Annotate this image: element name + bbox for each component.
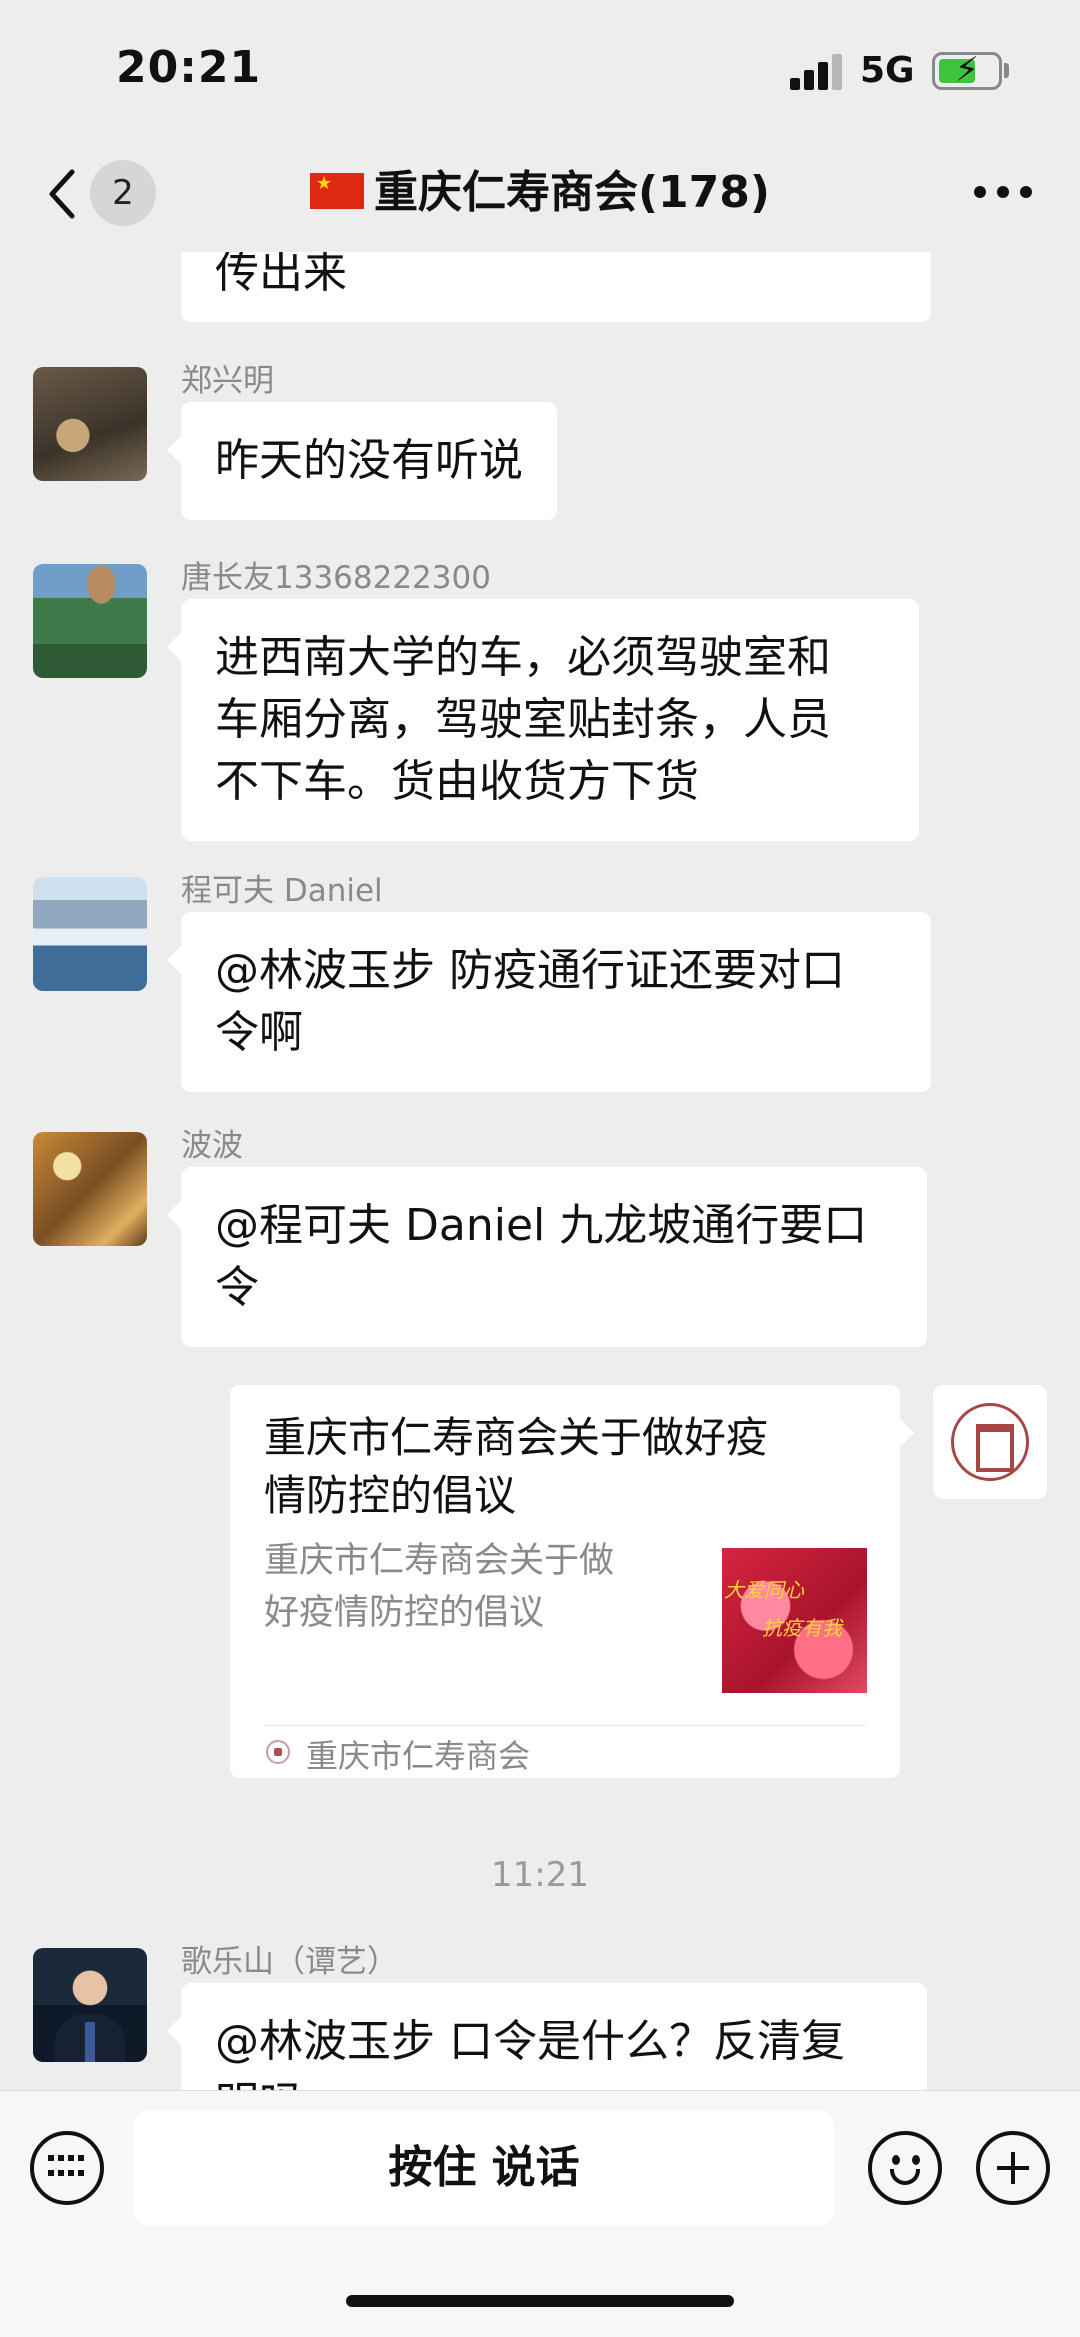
seal-logo-icon [951, 1403, 1029, 1481]
chat-title: ★ 重庆仁寿商会(178) [0, 160, 1080, 226]
keyboard-toggle-icon[interactable] [30, 2131, 104, 2205]
message-line: @林波玉步 口令是什么？反清复 [215, 2016, 845, 2067]
message-bubble[interactable]: @林波玉步 口令是什么？反清复 明吗 [167, 1983, 927, 2090]
link-card[interactable]: 重庆市仁寿商会关于做好疫 情防控的倡议 重庆市仁寿商会关于做 好疫情防控的倡议 … [230, 1385, 914, 1778]
avatar[interactable] [33, 564, 147, 678]
message-bubble[interactable]: @林波玉步 防疫通行证还要对口 令啊 [167, 912, 931, 1092]
status-bar: 20:21 5G ⚡ [0, 0, 1080, 140]
thumb-text: 抗疫有我 [762, 1616, 842, 1640]
message-line: @程可夫 Daniel 九龙坡通行要口 [215, 1200, 868, 1251]
battery-icon: ⚡ [932, 50, 1002, 90]
card-title-line: 重庆市仁寿商会关于做好疫 [264, 1413, 769, 1462]
timestamp: 11:21 [491, 1855, 589, 1895]
sender-name: 唐长友13368222300 [181, 560, 491, 596]
message-line: 进西南大学的车，必须驾驶室和 [215, 632, 831, 683]
card-source: 重庆市仁寿商会 [306, 1737, 531, 1775]
plus-icon[interactable] [976, 2131, 1050, 2205]
charging-bolt-icon: ⚡ [955, 50, 979, 90]
avatar[interactable] [33, 1948, 147, 2062]
message-line: 车厢分离，驾驶室贴封条，人员 [215, 694, 831, 745]
message-text: 昨天的没有听说 [215, 435, 523, 486]
card-title: 重庆市仁寿商会关于做好疫 情防控的倡议 [264, 1409, 864, 1525]
message-bubble[interactable]: 昨天的没有听说 [167, 402, 557, 520]
sender-name: 程可夫 Daniel [181, 873, 383, 909]
card-desc-line: 好疫情防控的倡议 [264, 1593, 545, 1633]
sender-name: 波波 [181, 1128, 243, 1164]
card-desc-line: 重庆市仁寿商会关于做 [264, 1541, 615, 1581]
battery-tip [1004, 63, 1009, 78]
message-bubble[interactable]: 进西南大学的车，必须驾驶室和 车厢分离，驾驶室贴封条，人员 不下车。货由收货方下… [167, 599, 919, 841]
chat-message-list[interactable]: 传出来 郑兴明 昨天的没有听说 唐长友13368222300 进西南大学的车，必… [0, 252, 1080, 2090]
nav-bar: 2 ★ 重庆仁寿商会(178) [0, 140, 1080, 252]
card-thumbnail: 大爱同心 抗疫有我 [722, 1548, 867, 1693]
signal-icon [790, 54, 844, 90]
avatar[interactable] [33, 367, 147, 481]
thumb-text: 大爱同心 [724, 1578, 804, 1602]
home-indicator[interactable] [346, 2295, 734, 2307]
avatar[interactable] [33, 877, 147, 991]
more-options-icon[interactable] [974, 180, 1032, 204]
hold-to-talk-button[interactable]: 按住 说话 [134, 2111, 834, 2225]
card-title-line: 情防控的倡议 [264, 1471, 517, 1520]
avatar[interactable] [33, 1132, 147, 1246]
card-divider [264, 1725, 866, 1726]
message-line: 令啊 [215, 1007, 303, 1058]
message-line: @林波玉步 防疫通行证还要对口 [215, 945, 845, 996]
message-line: 令 [215, 1262, 259, 1313]
message-line: 不下车。货由收货方下货 [215, 756, 699, 807]
source-logo-icon [266, 1740, 290, 1764]
message-bubble[interactable]: @程可夫 Daniel 九龙坡通行要口 令 [167, 1167, 927, 1347]
emoji-icon[interactable] [868, 2131, 942, 2205]
status-time: 20:21 [116, 42, 262, 93]
network-type: 5G [860, 50, 915, 91]
sender-name: 郑兴明 [181, 363, 274, 399]
message-line: 明吗 [215, 2073, 893, 2090]
message-bubble[interactable]: 传出来 [181, 252, 931, 322]
china-flag-icon: ★ [309, 173, 364, 209]
message-text: 传出来 [215, 252, 347, 298]
avatar-self[interactable] [933, 1385, 1047, 1499]
card-description: 重庆市仁寿商会关于做 好疫情防控的倡议 [264, 1535, 684, 1639]
chat-title-text: 重庆仁寿商会(178) [373, 167, 771, 218]
sender-name: 歌乐山（谭艺） [181, 1944, 398, 1980]
